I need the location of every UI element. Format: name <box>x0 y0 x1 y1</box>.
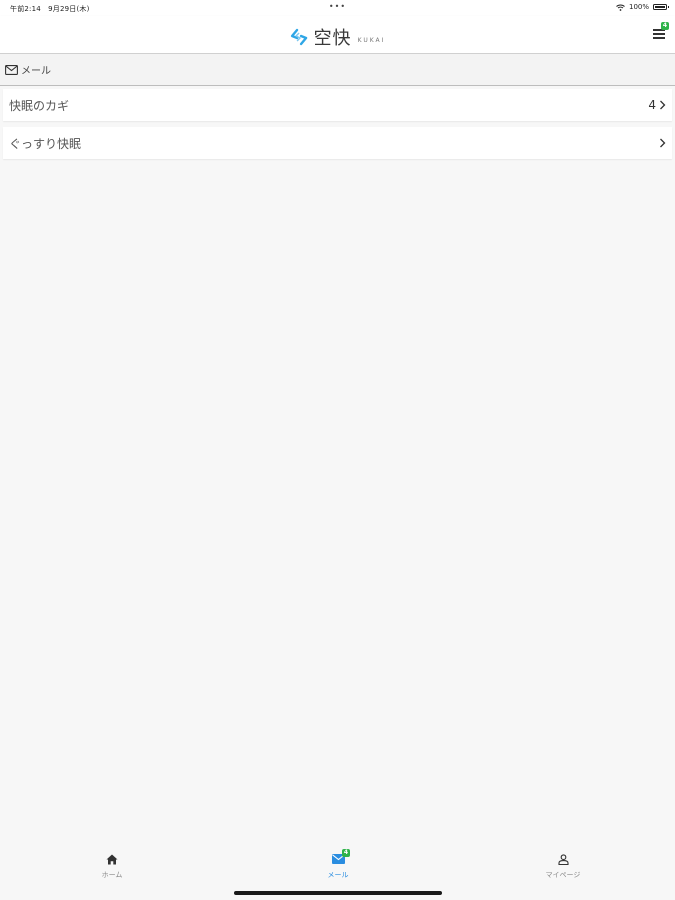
user-icon <box>557 853 569 867</box>
kukai-logo-icon <box>290 28 308 46</box>
mail-category-list: 快眠のカギ 4 ぐっすり快眠 <box>3 89 672 165</box>
menu-button[interactable]: 4 <box>651 22 669 41</box>
status-right: 100% <box>616 3 669 11</box>
list-item-label: 快眠のカギ <box>9 98 70 113</box>
tab-mypage[interactable]: マイページ <box>518 853 608 880</box>
chevron-right-icon <box>659 100 666 110</box>
chevron-right-icon <box>659 138 666 148</box>
list-item-right: 4 <box>648 98 666 112</box>
menu-badge: 4 <box>661 22 669 30</box>
hamburger-icon-line <box>653 37 665 39</box>
home-indicator[interactable] <box>234 891 442 895</box>
logo-subtitle: KUKAI <box>357 36 386 44</box>
envelope-icon <box>5 64 18 75</box>
tab-label: マイページ <box>545 871 581 879</box>
status-bar: 午前2:14 9月29日(木) ••• 100% <box>0 0 675 16</box>
home-icon <box>106 854 118 867</box>
battery-percent: 100% <box>628 3 649 11</box>
mail-tab-badge: 4 <box>342 849 350 857</box>
tab-home[interactable]: ホーム <box>67 853 157 880</box>
section-title: メール <box>21 66 51 77</box>
list-item-sleep-keys[interactable]: 快眠のカギ 4 <box>3 89 672 121</box>
tab-label: メール <box>327 871 349 879</box>
tab-mail[interactable]: 4 メール <box>293 849 383 880</box>
app-header: 空快 KUKAI 4 <box>0 16 675 54</box>
list-item-right <box>656 138 666 148</box>
tab-label: ホーム <box>101 871 123 879</box>
unread-count: 4 <box>648 98 656 112</box>
section-header: メール <box>0 54 675 86</box>
list-item-label: ぐっすり快眠 <box>9 136 82 151</box>
wifi-icon <box>616 4 625 11</box>
list-item-sound-sleep[interactable]: ぐっすり快眠 <box>3 127 672 159</box>
battery-icon <box>653 4 669 10</box>
status-time: 午前2:14 9月29日(木) <box>10 5 90 13</box>
logo-name: 空快 <box>313 28 352 49</box>
multitask-dots-icon[interactable]: ••• <box>329 2 346 11</box>
hamburger-icon-line <box>653 33 665 35</box>
app-logo: 空快 KUKAI <box>290 24 386 50</box>
